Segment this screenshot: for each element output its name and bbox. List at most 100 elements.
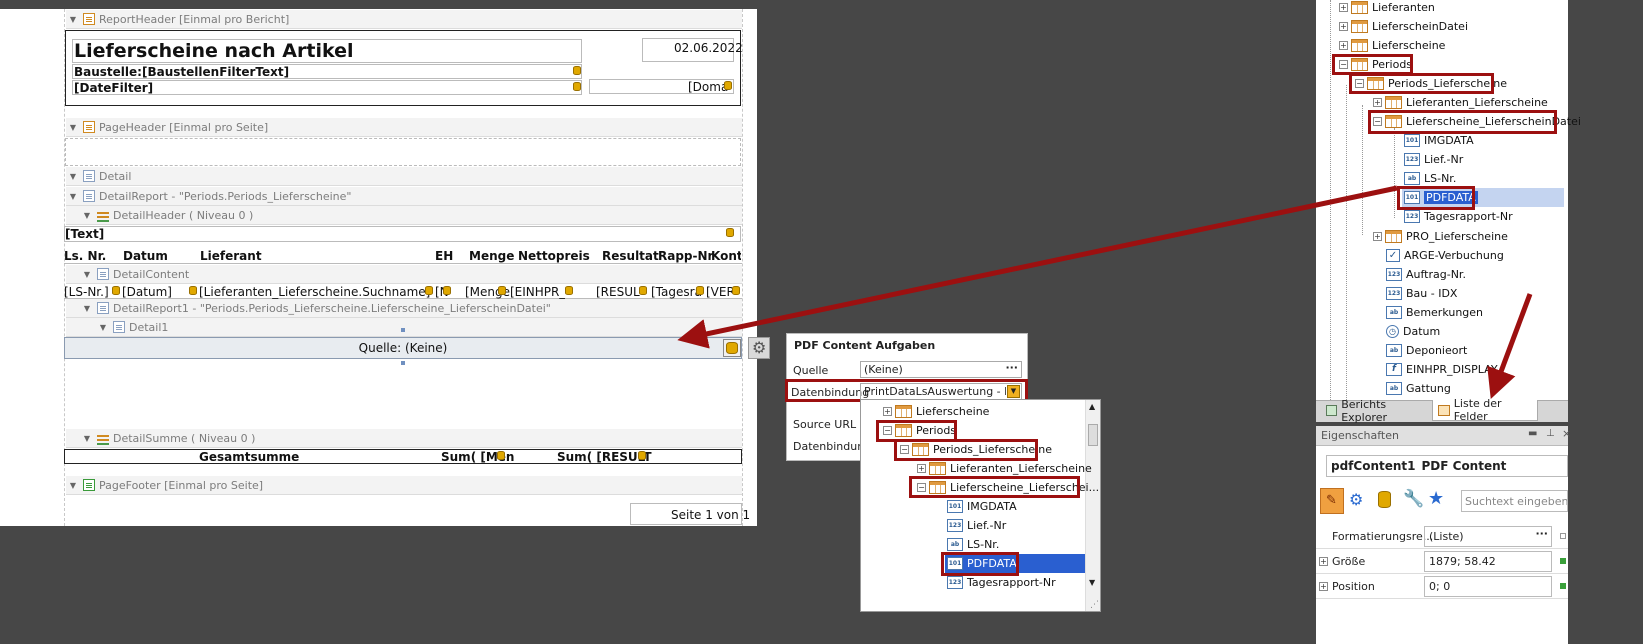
set-marker[interactable] xyxy=(1560,558,1566,564)
expand-icon[interactable]: + xyxy=(917,464,926,473)
property-value-field[interactable]: (Liste) ··· xyxy=(1424,526,1552,547)
col-datum[interactable]: Datum xyxy=(123,249,168,263)
band-page-footer[interactable]: ▼ PageFooter [Einmal pro Seite] xyxy=(66,476,742,495)
behavior-gear-icon[interactable]: ⚙ xyxy=(1349,490,1363,509)
col-kontr[interactable]: Kontr xyxy=(711,249,741,263)
collapse-icon[interactable]: ▼ xyxy=(82,304,92,313)
col-nettopreis[interactable]: Nettopreis xyxy=(518,249,590,263)
expand-icon[interactable]: + xyxy=(1339,41,1348,50)
field-lieferant[interactable]: [Lieferanten_Lieferscheine.Suchname] xyxy=(199,285,430,299)
collapse-icon[interactable]: ▼ xyxy=(68,192,78,201)
page-header-area[interactable] xyxy=(65,138,741,166)
set-marker[interactable] xyxy=(1560,583,1566,589)
scroll-thumb[interactable] xyxy=(1088,424,1098,446)
report-title[interactable]: Lieferscheine nach Artikel xyxy=(74,40,354,62)
dd-tree-lieferscheine[interactable]: + Lieferscheine xyxy=(883,402,989,421)
expand-icon[interactable]: + xyxy=(1373,232,1382,241)
field-ver[interactable]: [VER xyxy=(706,285,732,299)
dd-tree-lief-nr[interactable]: 123 Lief.-Nr xyxy=(947,516,1006,535)
window-menu-icon[interactable]: ▬ xyxy=(1528,428,1537,439)
expand-icon[interactable]: + xyxy=(1319,557,1328,566)
collapse-icon[interactable]: ▼ xyxy=(68,481,78,490)
band-detail-report1[interactable]: ▼ DetailReport1 - "Periods.Periods_Liefe… xyxy=(66,299,742,318)
scroll-down-icon[interactable]: ▼ xyxy=(1089,578,1095,587)
resize-handle[interactable] xyxy=(401,328,405,332)
expand-icon[interactable]: + xyxy=(1339,22,1348,31)
page-number[interactable]: Seite 1 von 1 xyxy=(671,508,750,522)
expand-icon[interactable]: + xyxy=(883,407,892,416)
report-date[interactable]: 02.06.2022 xyxy=(674,41,743,55)
collapse-icon[interactable]: ▼ xyxy=(82,434,92,443)
expand-icon[interactable]: + xyxy=(1319,582,1328,591)
tab-liste-der-felder[interactable]: Liste der Felder xyxy=(1432,397,1538,423)
dd-tree-imgdata[interactable]: 101 IMGDATA xyxy=(947,497,1017,516)
property-search-input[interactable]: Suchtext eingeben xyxy=(1461,490,1568,512)
text-field[interactable]: [Text] xyxy=(65,227,104,241)
tree-datum[interactable]: ◷ Datum xyxy=(1386,322,1440,341)
collapse-icon[interactable]: ▼ xyxy=(98,323,108,332)
col-lieferant[interactable]: Lieferant xyxy=(200,249,262,263)
band-detail-content[interactable]: ▼ DetailContent xyxy=(66,265,742,284)
smart-tag-button[interactable]: ⚙ xyxy=(748,337,770,359)
collapse-icon[interactable]: ▼ xyxy=(82,211,92,220)
quelle-field[interactable]: (Keine) ··· xyxy=(860,361,1022,378)
wrench-icon[interactable]: 🔧 xyxy=(1403,489,1424,509)
resize-grip-icon[interactable]: ⋰ xyxy=(1090,600,1099,610)
resize-handle[interactable] xyxy=(401,361,405,365)
band-detail-summe[interactable]: ▼ DetailSumme ( Niveau 0 ) xyxy=(66,429,742,448)
appearance-tab-button[interactable]: ✎ xyxy=(1320,488,1344,514)
property-value-field[interactable]: 1879; 58.42 xyxy=(1424,551,1552,572)
domain-field[interactable]: [Doma xyxy=(688,80,728,94)
band-detail[interactable]: ▼ Detail xyxy=(66,167,742,186)
field-tagesrapport[interactable]: [Tagesra xyxy=(651,285,702,299)
star-icon[interactable]: ★ xyxy=(1428,488,1444,509)
tree-bemerkungen[interactable]: ab Bemerkungen xyxy=(1386,303,1483,322)
baustelle-value[interactable]: [BaustellenFilterText] xyxy=(142,65,289,79)
gesamtsumme-label[interactable]: Gesamtsumme xyxy=(199,450,299,464)
tree-auftrag-nr[interactable]: 123 Auftrag-Nr. xyxy=(1386,265,1466,284)
report-designer-surface[interactable]: ▼ ReportHeader [Einmal pro Bericht] Lief… xyxy=(0,9,757,526)
tree-arge-verbuchung[interactable]: ✓ ARGE-Verbuchung xyxy=(1386,246,1504,265)
collapse-icon[interactable]: ▼ xyxy=(68,123,78,132)
band-page-header[interactable]: ▼ PageHeader [Einmal pro Seite] xyxy=(66,118,742,137)
baustelle-label[interactable]: Baustelle: xyxy=(74,65,142,79)
tree-einhpr-display[interactable]: f EINHPR_DISPLAY xyxy=(1386,360,1498,379)
tree-lieferanten[interactable]: + Lieferanten xyxy=(1339,0,1435,17)
data-icon[interactable] xyxy=(1378,491,1391,508)
collapse-icon[interactable]: ▼ xyxy=(68,172,78,181)
ellipsis-icon[interactable]: ··· xyxy=(1535,527,1548,540)
property-value-field[interactable]: 0; 0 xyxy=(1424,576,1552,597)
col-menge[interactable]: Menge xyxy=(469,249,514,263)
col-ls-nr[interactable]: Ls. Nr. xyxy=(64,249,106,263)
col-rapp-nr[interactable]: Rapp-Nr xyxy=(658,249,713,263)
date-filter[interactable]: [DateFilter] xyxy=(74,81,153,95)
collapse-icon[interactable]: ▼ xyxy=(82,270,92,279)
tree-pro-lieferscheine[interactable]: + PRO_Lieferscheine xyxy=(1373,227,1508,246)
field-datum[interactable]: [Datum] xyxy=(122,285,172,299)
expand-icon[interactable]: + xyxy=(1339,3,1348,12)
col-eh[interactable]: EH xyxy=(435,249,453,263)
col-resultat[interactable]: Resultat xyxy=(602,249,659,263)
scrollbar[interactable]: ▲ ▼ xyxy=(1085,400,1100,611)
object-selector[interactable]: pdfContent1 PDF Content xyxy=(1326,455,1568,477)
band-detail-report[interactable]: ▼ DetailReport - "Periods.Periods_Liefer… xyxy=(66,187,742,206)
tab-berichts-explorer[interactable]: Berichts Explorer xyxy=(1322,398,1428,424)
scroll-up-icon[interactable]: ▲ xyxy=(1089,402,1095,411)
text-row[interactable] xyxy=(64,226,741,242)
collapse-icon[interactable]: ▼ xyxy=(68,15,78,24)
field-ls-nr[interactable]: [LS-Nr.] xyxy=(64,285,109,299)
field-einhpr[interactable]: [EINHPR_ xyxy=(510,285,565,299)
pin-icon[interactable]: ⊥ xyxy=(1546,428,1555,439)
reset-marker[interactable] xyxy=(1560,533,1566,539)
tree-lief-nr[interactable]: 123 Lief.-Nr xyxy=(1404,150,1463,169)
ellipsis-icon[interactable]: ··· xyxy=(1005,361,1018,374)
tree-lieferscheindatei[interactable]: + LieferscheinDatei xyxy=(1339,17,1468,36)
close-icon[interactable]: × xyxy=(1562,427,1571,440)
band-detail-header[interactable]: ▼ DetailHeader ( Niveau 0 ) xyxy=(66,206,742,225)
tree-lieferscheine[interactable]: + Lieferscheine xyxy=(1339,36,1445,55)
band-report-header[interactable]: ▼ ReportHeader [Einmal pro Bericht] xyxy=(66,10,742,29)
tree-bau-idx[interactable]: 123 Bau - IDX xyxy=(1386,284,1457,303)
tree-deponieort[interactable]: ab Deponieort xyxy=(1386,341,1467,360)
expand-icon[interactable]: + xyxy=(1373,98,1382,107)
field-result[interactable]: [RESUL xyxy=(596,285,640,299)
